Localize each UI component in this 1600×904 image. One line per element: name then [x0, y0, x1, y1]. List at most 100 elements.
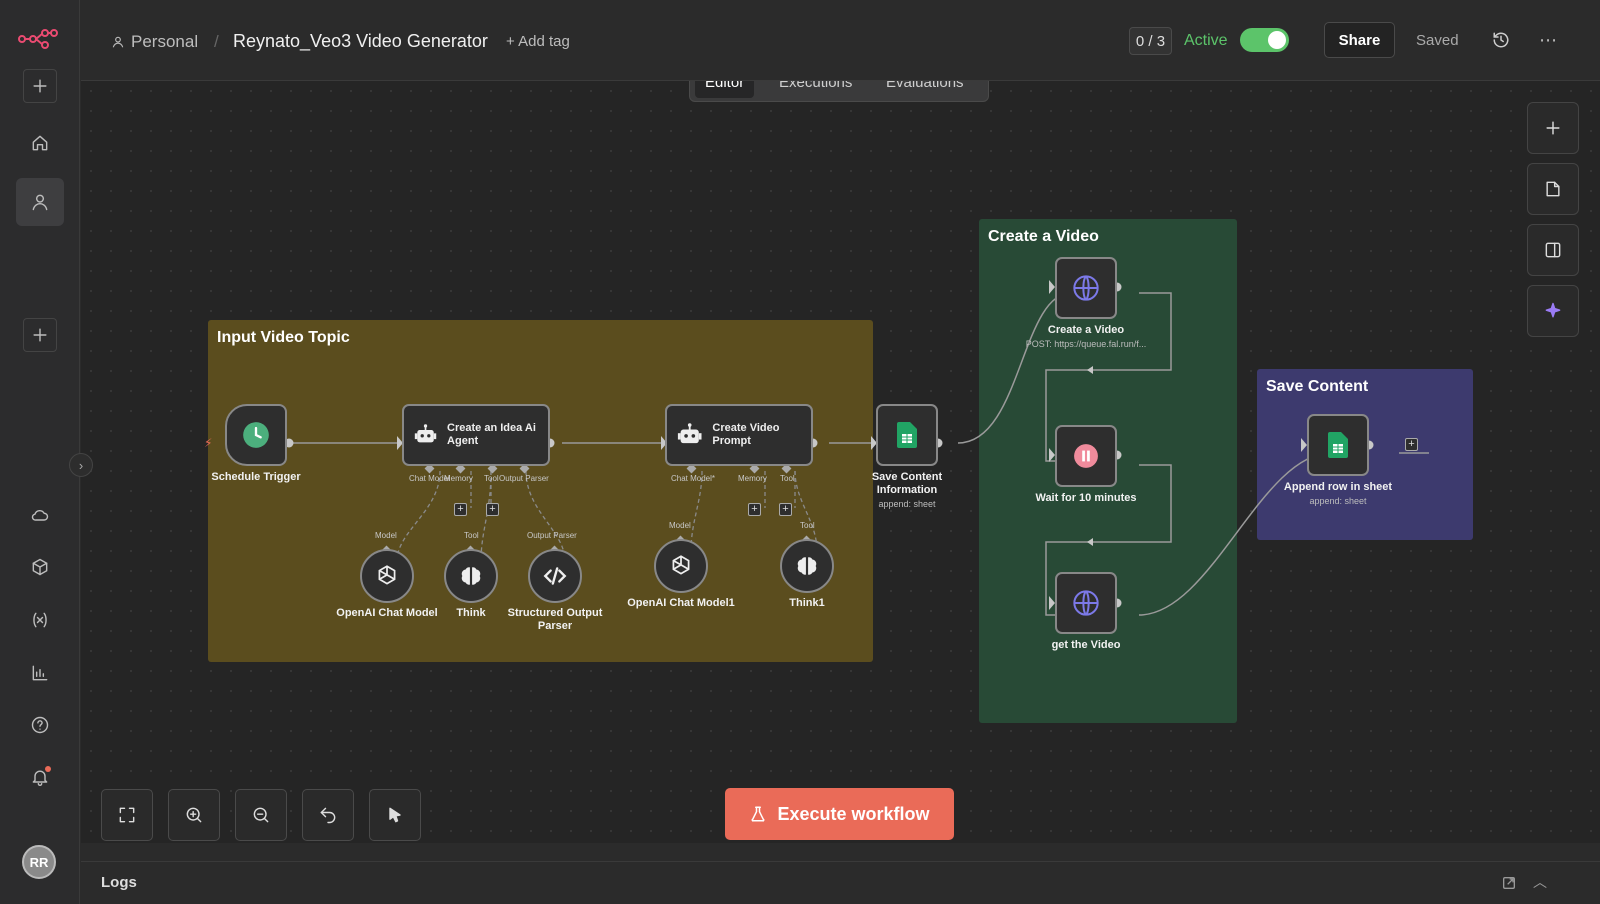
fit-view-button[interactable] — [101, 789, 153, 841]
node-save-content-information[interactable] — [876, 404, 938, 466]
node-label: Create an Idea Ai Agent — [447, 422, 536, 447]
port-label: Tool — [780, 474, 795, 483]
sparkle-icon — [1545, 302, 1561, 318]
port-label: Tool — [464, 531, 479, 540]
templates-cube-icon[interactable] — [16, 543, 64, 591]
toggle-knob — [1268, 31, 1286, 49]
node-label: OpenAI Chat Model — [336, 607, 438, 619]
active-count-badge: 0 / 3 — [1129, 27, 1172, 55]
globe-icon — [1073, 275, 1099, 301]
node-create-idea-agent[interactable]: Create an Idea Ai Agent — [402, 404, 550, 466]
node-label: OpenAI Chat Model1 — [627, 597, 735, 609]
fullscreen-icon — [119, 807, 135, 823]
pop-out-icon[interactable] — [1501, 875, 1517, 896]
add-tool-button[interactable]: + — [779, 503, 792, 516]
logs-title: Logs — [101, 874, 137, 891]
sticky-note-button[interactable] — [1527, 163, 1579, 215]
sheets-icon — [897, 422, 917, 448]
port-label: Model — [669, 521, 691, 530]
n8n-logo[interactable] — [18, 26, 58, 50]
node-schedule-trigger[interactable] — [225, 404, 287, 466]
panel-icon — [1545, 242, 1561, 258]
add-memory-button[interactable]: + — [454, 503, 467, 516]
tab-editor[interactable]: Editor — [695, 81, 755, 98]
add-project-icon[interactable] — [23, 318, 57, 352]
node-create-a-video[interactable] — [1055, 257, 1117, 319]
active-status-label: Active — [1184, 32, 1228, 49]
connections — [284, 280, 1429, 616]
tab-executions[interactable]: Executions — [769, 81, 862, 98]
undo-button[interactable] — [302, 789, 354, 841]
more-options-icon[interactable]: ⋯ — [1539, 30, 1558, 51]
undo-icon — [320, 807, 336, 824]
active-toggle[interactable] — [1240, 28, 1289, 52]
node-subtitle: append: sheet — [878, 499, 936, 509]
node-create-video-prompt[interactable]: Create Video Prompt — [665, 404, 813, 466]
personal-user-icon[interactable] — [16, 178, 64, 226]
node-label: Think — [456, 607, 486, 619]
add-next-node-button[interactable]: + — [1405, 438, 1418, 451]
execute-label: Execute workflow — [777, 803, 930, 824]
port-label: Tool — [800, 521, 815, 530]
trigger-bolt-icon: ⚡ — [204, 436, 213, 450]
robot-icon — [677, 423, 702, 444]
node-openai-chat-model1[interactable] — [654, 539, 708, 593]
execute-workflow-button[interactable]: Execute workflow — [725, 788, 954, 840]
zoom-in-button[interactable] — [168, 789, 220, 841]
node-wait-10-minutes[interactable] — [1055, 425, 1117, 487]
port-label: Output Parser — [499, 474, 549, 483]
node-label: Structured Output Parser — [507, 607, 603, 632]
node-openai-chat-model[interactable] — [360, 549, 414, 603]
sticky-note-icon — [1546, 181, 1560, 197]
add-memory-button[interactable]: + — [748, 503, 761, 516]
cloud-icon[interactable] — [16, 491, 64, 539]
home-icon[interactable] — [16, 119, 64, 167]
history-icon[interactable] — [1492, 31, 1510, 54]
sheets-icon — [1328, 432, 1348, 458]
node-subtitle: POST: https://queue.fal.run/f... — [1025, 339, 1147, 349]
tidy-up-button[interactable] — [369, 789, 421, 841]
node-append-row-in-sheet[interactable] — [1307, 414, 1369, 476]
sidebar: RR — [0, 0, 80, 904]
add-icon[interactable] — [23, 69, 57, 103]
add-tag-link[interactable]: + Add tag — [506, 33, 570, 50]
person-icon — [111, 35, 125, 54]
pause-icon — [1074, 444, 1098, 468]
node-label: Wait for 10 minutes — [1035, 492, 1137, 504]
port-label: Output Parser — [527, 531, 577, 540]
chevron-up-icon[interactable]: ︿ — [1533, 872, 1547, 892]
add-tool-button[interactable]: + — [486, 503, 499, 516]
view-tabs: Editor Executions Evaluations — [689, 81, 989, 102]
workflow-canvas[interactable]: Editor Executions Evaluations Input Vide… — [81, 81, 1600, 843]
avatar[interactable]: RR — [22, 845, 56, 879]
toggle-panel-button[interactable] — [1527, 224, 1579, 276]
breadcrumb-project[interactable]: Personal — [131, 32, 198, 52]
workflow-title[interactable]: Reynato_Veo3 Video Generator — [233, 31, 488, 52]
node-get-the-video[interactable] — [1055, 572, 1117, 634]
help-icon[interactable] — [16, 701, 64, 749]
port-label: Chat Model* — [671, 474, 716, 483]
insights-chart-icon[interactable] — [16, 649, 64, 697]
node-think1[interactable] — [780, 539, 834, 593]
tab-evaluations[interactable]: Evaluations — [876, 81, 974, 98]
ai-assistant-button[interactable] — [1527, 285, 1579, 337]
node-structured-output-parser[interactable] — [528, 549, 582, 603]
clock-icon — [243, 422, 269, 448]
port-label: Memory — [738, 474, 767, 483]
flask-icon — [752, 806, 765, 822]
variables-icon[interactable] — [16, 596, 64, 644]
node-label: Append row in sheet — [1283, 481, 1393, 493]
saved-status: Saved — [1416, 32, 1459, 49]
sidebar-expand-button[interactable]: › — [69, 453, 93, 477]
notifications-bell-icon[interactable] — [16, 753, 64, 801]
zoom-out-button[interactable] — [235, 789, 287, 841]
top-bar: Personal / Reynato_Veo3 Video Generator … — [81, 0, 1600, 81]
node-label: get the Video — [1051, 639, 1121, 651]
zoom-in-icon — [186, 807, 202, 823]
share-button[interactable]: Share — [1324, 22, 1395, 58]
node-think[interactable] — [444, 549, 498, 603]
add-node-button[interactable] — [1527, 102, 1579, 154]
port-label: Model — [375, 531, 397, 540]
node-label: Create Video Prompt — [712, 422, 780, 447]
logs-panel[interactable]: Logs ︿ — [81, 861, 1600, 904]
